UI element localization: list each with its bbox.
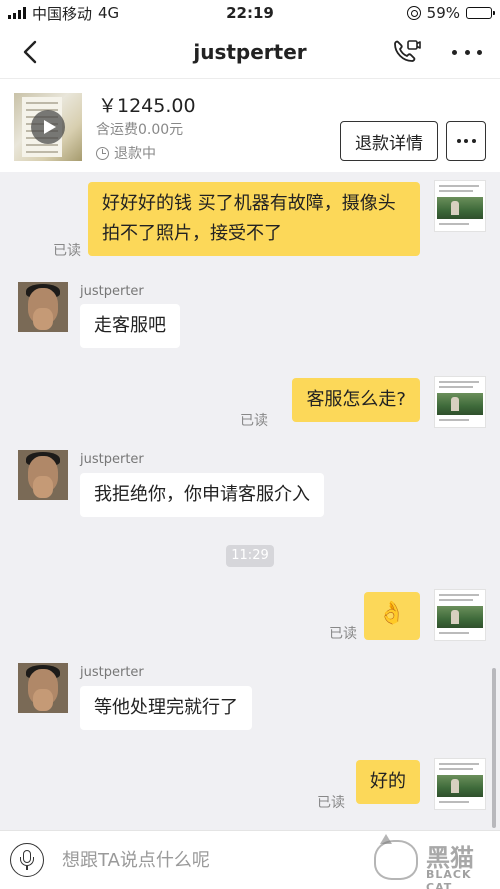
message-bubble[interactable]: 等他处理完就行了 [80, 686, 252, 730]
read-receipt: 已读 [240, 413, 268, 429]
message-bubble[interactable]: 好的 [356, 760, 420, 804]
more-dots-icon [464, 139, 468, 143]
more-dots-icon [464, 49, 470, 55]
order-status-label: 退款中 [114, 146, 156, 162]
order-shipping: 含运费0.00元 [96, 122, 184, 138]
message-bubble[interactable]: 客服怎么走? [292, 378, 420, 422]
message-bubble[interactable]: 👌 [364, 592, 420, 640]
contact-avatar[interactable] [18, 282, 68, 332]
battery-icon [466, 7, 495, 19]
input-bar [0, 830, 500, 889]
my-avatar[interactable] [434, 376, 486, 428]
more-dots-icon [452, 49, 457, 55]
call-button[interactable] [390, 36, 422, 68]
sender-name: justperter [80, 452, 144, 467]
contact-avatar[interactable] [18, 663, 68, 713]
carrier-name: 中国移动 [32, 4, 93, 23]
my-avatar[interactable] [434, 758, 486, 810]
order-video-thumbnail[interactable] [14, 93, 82, 161]
orientation-lock-icon [406, 6, 421, 20]
contact-avatar[interactable] [18, 450, 68, 500]
message-bubble[interactable]: 我拒绝你，你申请客服介入 [80, 473, 324, 517]
status-right: 59% [322, 4, 495, 22]
more-dots-icon [456, 139, 461, 143]
read-receipt: 已读 [329, 626, 357, 642]
ok-hand-icon: 👌 [378, 601, 406, 626]
status-time: 22:19 [226, 4, 274, 22]
signal-icon [8, 7, 26, 19]
more-dots-icon [477, 49, 482, 55]
order-card[interactable]: ￥1245.00 含运费0.00元 退款中 退款详情 [0, 78, 500, 172]
message-input[interactable] [62, 845, 362, 875]
time-divider: 11:29 [226, 545, 274, 567]
clock-icon [96, 146, 109, 160]
chat-area[interactable]: 好好好的钱 买了机器有故障，摄像头拍不了照片，接受不了 已读 justperte… [0, 172, 500, 830]
nav-bar: justperter [0, 26, 500, 78]
read-receipt: 已读 [317, 795, 345, 811]
network-type: 4G [98, 4, 120, 22]
more-button[interactable] [452, 40, 482, 64]
my-avatar[interactable] [434, 180, 486, 232]
order-status: 退款中 [96, 143, 156, 163]
order-more-button[interactable] [446, 121, 486, 161]
more-dots-icon [471, 139, 476, 143]
read-receipt: 已读 [53, 243, 81, 259]
refund-details-button[interactable]: 退款详情 [340, 121, 438, 161]
battery-percent: 59% [426, 4, 460, 22]
sender-name: justperter [80, 665, 144, 680]
my-avatar[interactable] [434, 589, 486, 641]
back-button[interactable] [18, 38, 46, 66]
chat-scrollbar[interactable] [492, 668, 496, 828]
status-bar: 中国移动 4G 22:19 59% [0, 0, 500, 26]
video-call-icon [394, 40, 421, 62]
play-icon[interactable] [31, 110, 65, 144]
voice-input-button[interactable] [10, 843, 44, 877]
chevron-left-icon [23, 40, 37, 64]
order-price: ￥1245.00 [98, 95, 196, 117]
message-bubble[interactable]: 走客服吧 [80, 304, 180, 348]
sender-name: justperter [80, 284, 144, 299]
message-bubble[interactable]: 好好好的钱 买了机器有故障，摄像头拍不了照片，接受不了 [88, 182, 420, 256]
status-left: 中国移动 4G [8, 3, 178, 24]
page-title: justperter [193, 40, 307, 64]
